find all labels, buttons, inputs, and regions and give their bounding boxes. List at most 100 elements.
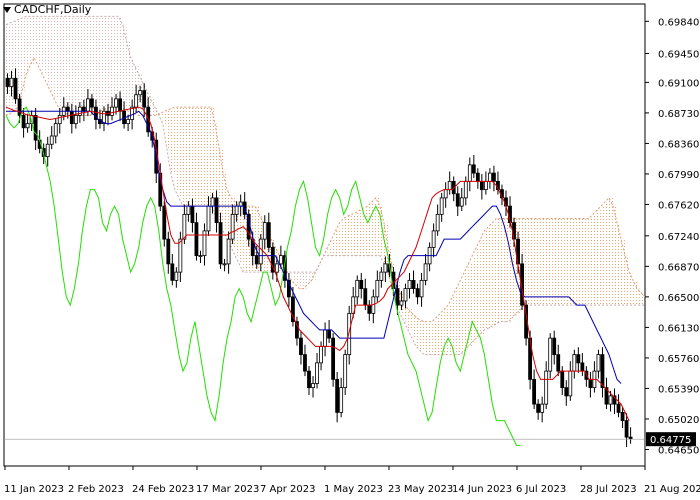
y-tick-label: 0.68360 — [658, 139, 699, 150]
cloud-segment — [307, 272, 312, 285]
cloud-segment — [239, 206, 244, 264]
cloud-segment — [182, 107, 187, 207]
cloud-segment — [34, 16, 39, 58]
cloud-segment — [178, 107, 183, 198]
x-tick-label: 24 Feb 2023 — [132, 484, 194, 495]
cloud-segment — [54, 16, 59, 99]
x-tick-label: 17 Mar 2023 — [196, 484, 259, 495]
cloud-segment — [524, 218, 529, 306]
y-tick-label: 0.66500 — [658, 293, 699, 304]
cloud-segment — [560, 218, 565, 306]
y-tick-label: 0.66130 — [658, 323, 699, 334]
cloud-segment — [106, 16, 111, 109]
cloud-segment — [492, 222, 497, 326]
cloud-segment — [428, 321, 433, 355]
y-tick-label: 0.65020 — [658, 415, 699, 426]
cloud-segment — [436, 317, 441, 355]
cloud-segment — [10, 22, 15, 114]
cloud-segment — [420, 319, 425, 351]
cloud-segment — [576, 218, 581, 306]
cloud-segment — [532, 218, 537, 306]
cloud-segment — [243, 206, 248, 273]
cloud-segment — [126, 41, 131, 111]
cloud-segment — [118, 16, 123, 108]
cloud-segment — [645, 297, 649, 305]
y-tick-label: 0.68730 — [658, 109, 699, 120]
cloud-segment — [343, 218, 348, 256]
x-tick-label: 23 May 2023 — [388, 484, 453, 495]
y-tick-label: 0.66870 — [658, 262, 699, 273]
cloud-segment — [150, 98, 155, 116]
candle — [331, 333, 336, 387]
x-tick-label: 14 Jun 2023 — [452, 484, 512, 495]
cloud-segment — [223, 173, 228, 231]
x-tick-label: 7 Apr 2023 — [260, 484, 315, 495]
cloud-segment — [202, 107, 207, 207]
cloud-segment — [98, 16, 103, 113]
cloud-segment — [347, 216, 352, 256]
cloud-segment — [198, 107, 203, 207]
cloud-segment — [130, 57, 135, 113]
cloud-segment — [540, 218, 545, 306]
cloud-segment — [26, 16, 31, 75]
cloud-segment — [476, 247, 481, 339]
cloud-segment — [74, 16, 79, 116]
cloud-segment — [556, 218, 561, 306]
cloud-segment — [162, 112, 167, 124]
x-tick-label: 2 Feb 2023 — [68, 484, 124, 495]
cloud-segment — [114, 16, 119, 108]
y-tick-label: 0.69840 — [658, 17, 699, 28]
cloud-segment — [46, 16, 51, 83]
y-tick-label: 0.67990 — [658, 170, 699, 181]
cloud-segment — [424, 321, 429, 355]
cloud-segment — [416, 317, 421, 347]
cloud-segment — [609, 197, 614, 306]
cloud-segment — [38, 16, 43, 66]
cloud-segment — [70, 16, 75, 116]
cloud-segment — [170, 108, 175, 174]
chart-title-bar[interactable]: CADCHF,Daily — [3, 3, 91, 16]
cloud-segment — [379, 206, 384, 256]
cloud-segment — [58, 16, 63, 108]
cloud-segment — [315, 272, 320, 273]
cloud-segment — [166, 110, 171, 149]
y-tick-label: 0.65390 — [658, 384, 699, 395]
cloud-segment — [66, 16, 71, 114]
dropdown-triangle-icon[interactable] — [3, 7, 11, 13]
cloud-segment — [295, 272, 300, 285]
cloud-segment — [484, 230, 489, 330]
cloud-segment — [331, 239, 336, 256]
cloud-segment — [227, 189, 232, 240]
cloud-segment — [568, 218, 573, 306]
cloud-segment — [194, 107, 199, 207]
x-tick-label: 6 Jul 2023 — [516, 484, 566, 495]
chart-title: CADCHF,Daily — [14, 3, 92, 16]
x-tick-label: 21 Aug 2023 — [644, 484, 700, 495]
cloud-segment — [359, 210, 364, 256]
cloud-segment — [653, 297, 657, 305]
cloud-segment — [536, 218, 541, 306]
cloud-segment — [584, 218, 589, 306]
cloud-segment — [62, 16, 67, 112]
cloud-segment — [500, 218, 505, 322]
x-axis: 11 Jan 2023 2 Feb 2023 24 Feb 2023 17 Mar 2… — [4, 466, 700, 495]
cloud-segment — [190, 107, 195, 207]
cloud-segment — [448, 305, 453, 355]
y-tick-label: 0.67620 — [658, 200, 699, 211]
cloud-segment — [488, 226, 493, 329]
cloud-segment — [456, 288, 461, 355]
cloud-segment — [319, 263, 324, 265]
chart-window: 0.69840 0.69450 0.69100 0.68730 0.68360 0.679… — [0, 0, 700, 500]
cloud-segment — [94, 16, 99, 114]
cloud-segment — [351, 214, 356, 256]
current-price-label: 0.64775 — [650, 435, 691, 446]
cloud-segment — [508, 218, 513, 322]
cloud-segment — [174, 107, 179, 190]
x-tick-label: 1 May 2023 — [324, 484, 383, 495]
cloud-segment — [480, 239, 485, 334]
cloud-segment — [548, 218, 553, 306]
cloud-segment — [335, 230, 340, 256]
cloud-segment — [207, 107, 212, 207]
cloud-segment — [82, 16, 87, 116]
cloud-segment — [110, 16, 115, 108]
